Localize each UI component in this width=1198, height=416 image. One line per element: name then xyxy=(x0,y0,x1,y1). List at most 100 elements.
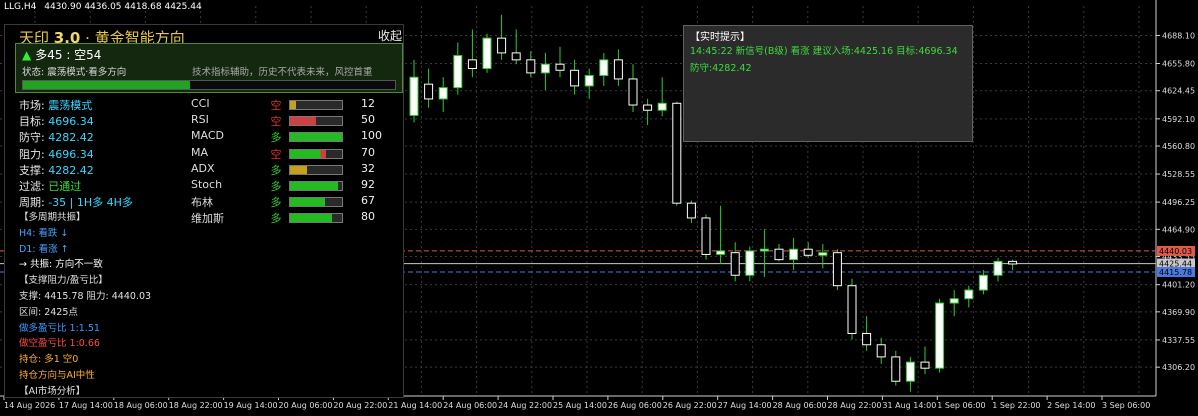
indicator-bar xyxy=(289,181,343,191)
indicator-name: MA xyxy=(191,145,209,159)
info-row-key: 周期: xyxy=(19,196,49,210)
candle-body xyxy=(832,252,842,287)
analysis-line: 持仓方向与AI中性 xyxy=(19,370,95,381)
candle xyxy=(803,242,813,258)
x-tick-label: 25 Aug 14:00 xyxy=(553,401,607,410)
x-tick-label: 18 Aug 06:00 xyxy=(114,401,168,410)
ohlc-readout: 4430.90 4436.05 4418.68 4425.44 xyxy=(44,2,202,12)
indicator-row: Stoch 多 92 xyxy=(191,178,401,194)
y-tick-label: 4560.80 xyxy=(1162,142,1195,151)
x-tick-label: 27 Aug 14:00 xyxy=(718,401,772,410)
candle-body xyxy=(891,356,901,382)
indicator-row: MA 空 70 xyxy=(191,146,401,162)
candle xyxy=(905,356,915,392)
indicator-row: MACD 多 100 xyxy=(191,129,401,145)
status-box: ▲ 多45 : 空54 状态: 震荡模式·看多方向 技术指标辅助，历史不代表未来，… xyxy=(15,43,403,93)
indicator-direction: 多 xyxy=(270,212,282,226)
indicator-bar xyxy=(289,116,343,127)
candle-body xyxy=(497,37,507,54)
candle xyxy=(774,243,784,262)
collapse-label: 收起 xyxy=(378,29,403,43)
candle xyxy=(920,346,930,375)
x-tick-label: 14 Aug 2026 xyxy=(4,401,55,410)
indicator-direction: 空 xyxy=(270,147,282,161)
candle xyxy=(482,33,492,73)
indicator-bar xyxy=(289,100,343,110)
price-tag-label: 4415.78 xyxy=(1159,268,1192,277)
candle xyxy=(540,52,550,91)
indicator-row: ADX 多 32 xyxy=(191,162,401,178)
y-tick-label: 4655.80 xyxy=(1162,60,1195,69)
candle-body xyxy=(905,361,915,382)
analysis-line: 做空盈亏比 1:0.66 xyxy=(19,338,100,350)
y-tick-label: 4306.20 xyxy=(1162,363,1195,372)
candle xyxy=(570,59,580,95)
y-tick-label: 4496.25 xyxy=(1162,198,1195,207)
candle xyxy=(935,298,945,373)
chart-window[interactable]: 4688.10 4655.80 4624.45 4592.10 4560.80 4528.… xyxy=(0,0,1198,416)
candle-body xyxy=(847,285,857,334)
candle xyxy=(555,46,565,78)
info-row: 过滤: 已通过 xyxy=(19,178,81,194)
x-tick-label: 26 Aug 22:00 xyxy=(663,401,717,410)
indicator-value: 100 xyxy=(361,129,382,143)
info-row-value: 已通过 xyxy=(48,180,82,193)
y-tick-label: 4688.10 xyxy=(1162,31,1195,40)
analysis-line: 【多周期共振】 xyxy=(19,212,86,223)
candle-body xyxy=(759,248,769,252)
candle-body xyxy=(657,102,667,111)
indicator-value: 50 xyxy=(361,113,375,127)
indicator-row: 布林 多 67 xyxy=(191,194,401,210)
candle-body xyxy=(643,104,653,111)
candle-body xyxy=(978,274,988,291)
candle xyxy=(613,49,623,86)
candle xyxy=(978,270,988,295)
indicator-name: 布林 xyxy=(191,196,213,210)
candle-body xyxy=(438,87,448,100)
candle xyxy=(467,29,477,78)
indicator-value: 70 xyxy=(361,145,375,159)
candle-body xyxy=(672,102,682,204)
candle-body xyxy=(774,248,784,261)
candle xyxy=(847,278,857,340)
disclaimer: 技术指标辅助，历史不代表未来，风控首重 xyxy=(192,67,373,78)
indicator-name: RSI xyxy=(191,113,209,127)
candle xyxy=(643,98,653,125)
candle-body xyxy=(935,302,945,369)
indicator-bar-fill xyxy=(290,165,307,174)
candle-body xyxy=(730,252,740,276)
candle-body xyxy=(949,298,959,304)
tooltip-stop: 防守:4282.42 xyxy=(690,63,752,74)
signal-tooltip: 【实时提示】 14:45:22 新信号(B级) 看涨 建议入场:4425.16 … xyxy=(683,25,973,142)
analysis-line: H4: 看跌 ↓ xyxy=(19,227,69,239)
analysis-line: → 共振: 方向不一致 xyxy=(19,259,103,271)
analysis-line: 支撑: 4415.78 阻力: 4440.03 xyxy=(19,291,152,302)
candle-body xyxy=(993,260,1003,276)
x-tick-label: 24 Aug 22:00 xyxy=(498,401,552,410)
candle xyxy=(891,350,901,386)
candle-body xyxy=(818,252,828,256)
indicator-panel: 天印 3.0 · 黄金智能方向 收起 ▼ ▲多45 : 空54 状态: 震荡模式… xyxy=(4,24,404,398)
x-tick-label: 17 Aug 14:00 xyxy=(59,401,113,410)
candle-body xyxy=(584,74,594,87)
candle xyxy=(993,257,1003,282)
tooltip-title: 【实时提示】 xyxy=(690,32,750,43)
candle-body xyxy=(599,59,609,76)
x-tick-label: 28 Aug 22:00 xyxy=(828,401,882,410)
info-row-key: 支撑: xyxy=(19,163,49,177)
progress-fill xyxy=(23,81,191,89)
info-row-value: 4282.42 xyxy=(48,163,94,177)
indicator-row: CCI 空 12 xyxy=(191,97,401,113)
candle-body xyxy=(540,63,550,74)
info-row-key: 过滤: xyxy=(19,180,49,193)
candle-body xyxy=(964,289,974,300)
candle xyxy=(526,51,536,78)
x-tick-label: 1 Sep 06:00 xyxy=(937,401,985,410)
indicator-bar xyxy=(289,132,343,143)
info-row-key: 防守: xyxy=(19,131,49,145)
candle-body xyxy=(409,76,419,116)
y-tick-label: 4464.90 xyxy=(1162,225,1195,234)
status-summary: ▲ 多45 : 空54 xyxy=(22,46,101,63)
candle xyxy=(686,200,696,224)
candle-body xyxy=(526,59,536,74)
